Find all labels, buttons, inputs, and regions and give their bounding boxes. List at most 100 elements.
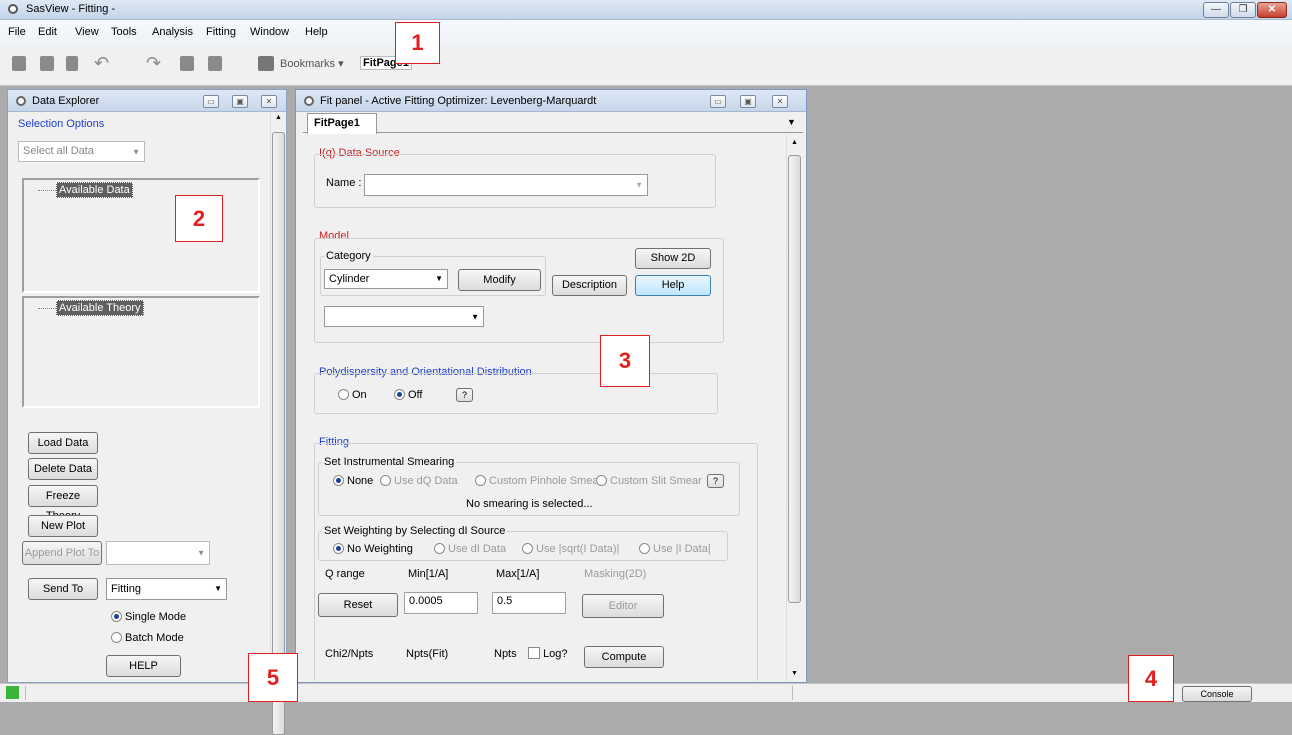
- send-to-combo[interactable]: Fitting ▼: [106, 578, 227, 600]
- modify-button[interactable]: Modify: [458, 269, 541, 291]
- category-label: Category: [324, 250, 373, 262]
- paste-icon[interactable]: [208, 56, 222, 71]
- weight-i-radio[interactable]: Use |I Data|: [639, 543, 711, 555]
- freeze-theory-button[interactable]: Freeze Theory: [28, 485, 98, 522]
- minimize-icon[interactable]: ▭: [203, 95, 219, 108]
- callout-2: 2: [175, 195, 223, 242]
- menu-tools[interactable]: Tools: [111, 26, 137, 38]
- send-to-value: Fitting: [111, 583, 141, 595]
- scroll-thumb[interactable]: [272, 132, 285, 735]
- maximize-icon[interactable]: ▣: [232, 95, 248, 108]
- app-icon: [8, 4, 18, 14]
- new-plot-button[interactable]: New Plot: [28, 515, 98, 537]
- scroll-up-icon[interactable]: ▲: [275, 114, 282, 121]
- menu-file[interactable]: File: [8, 26, 26, 38]
- poly-off-radio[interactable]: Off: [394, 389, 422, 401]
- explorer-scrollbar[interactable]: ▲: [270, 112, 286, 735]
- redo-icon[interactable]: ↷: [146, 53, 161, 74]
- close-button[interactable]: ✕: [1257, 2, 1287, 18]
- smear-pinhole-radio[interactable]: Custom Pinhole Smear: [475, 475, 602, 487]
- minimize-icon[interactable]: ▭: [710, 95, 726, 108]
- mask-editor-button[interactable]: Editor: [582, 594, 664, 618]
- chi2-label: Chi2/Npts: [325, 648, 374, 660]
- weighting-title: Set Weighting by Selecting dI Source: [322, 525, 508, 537]
- q-min-input[interactable]: 0.0005: [404, 592, 478, 614]
- poly-off-label: Off: [408, 389, 423, 401]
- selection-options-label: Selection Options: [18, 118, 105, 130]
- smear-help-button[interactable]: ?: [707, 474, 724, 488]
- model-combo[interactable]: ▼: [324, 306, 484, 327]
- q-range-label: Q range: [325, 568, 365, 580]
- poly-on-radio[interactable]: On: [338, 389, 367, 401]
- compute-button[interactable]: Compute: [584, 646, 664, 668]
- weight-none-radio[interactable]: No Weighting: [333, 543, 413, 555]
- poly-on-label: On: [352, 389, 367, 401]
- show-2d-button[interactable]: Show 2D: [635, 248, 711, 269]
- copy-icon[interactable]: [180, 56, 194, 71]
- no-smearing-text: No smearing is selected...: [466, 498, 593, 510]
- delete-data-button[interactable]: Delete Data: [28, 458, 98, 480]
- fit-panel-scrollbar[interactable]: ▲ ▼: [786, 135, 802, 681]
- radio-selected: [111, 611, 122, 622]
- tab-fitpage1[interactable]: FitPage1: [307, 113, 377, 134]
- radio-unselected: [338, 389, 349, 400]
- weight-di-radio[interactable]: Use dI Data: [434, 543, 506, 555]
- send-to-button[interactable]: Send To: [28, 578, 98, 600]
- weight-i-label: Use |I Data|: [653, 543, 711, 555]
- close-icon[interactable]: ✕: [261, 95, 277, 108]
- bookmark-icon[interactable]: [258, 56, 274, 71]
- q-max-input[interactable]: 0.5: [492, 592, 566, 614]
- menu-help[interactable]: Help: [305, 26, 328, 38]
- undo-icon[interactable]: ↶: [94, 53, 109, 74]
- home-icon[interactable]: [12, 56, 26, 71]
- poly-help-button[interactable]: ?: [456, 388, 473, 402]
- scroll-up-icon[interactable]: ▲: [791, 139, 798, 146]
- maximize-icon[interactable]: ▣: [740, 95, 756, 108]
- npts-label: Npts: [494, 648, 517, 660]
- menu-analysis[interactable]: Analysis: [152, 26, 193, 38]
- menu-window[interactable]: Window: [250, 26, 289, 38]
- callout-3: 3: [600, 335, 650, 387]
- category-combo[interactable]: Cylinder ▼: [324, 269, 448, 289]
- reset-button[interactable]: Reset: [318, 593, 398, 617]
- single-mode-radio[interactable]: Single Mode: [111, 611, 186, 623]
- available-data-node[interactable]: Available Data: [56, 182, 133, 198]
- checkbox-box: [528, 647, 540, 659]
- close-icon[interactable]: ✕: [772, 95, 788, 108]
- menu-fitting[interactable]: Fitting: [206, 26, 236, 38]
- title-bar: SasView - Fitting - — ❐ ✕: [0, 0, 1292, 20]
- bookmarks-dropdown[interactable]: Bookmarks ▾: [280, 57, 344, 70]
- help-button[interactable]: HELP: [106, 655, 181, 677]
- log-label: Log?: [543, 648, 568, 660]
- weight-sqrt-radio[interactable]: Use |sqrt(I Data)|: [522, 543, 619, 555]
- callout-4: 4: [1128, 655, 1174, 702]
- weight-none-label: No Weighting: [347, 543, 413, 555]
- smear-slit-radio[interactable]: Custom Slit Smear: [596, 475, 702, 487]
- log-checkbox[interactable]: Log?: [528, 647, 568, 660]
- available-theory-node[interactable]: Available Theory: [56, 300, 144, 316]
- model-help-button[interactable]: Help: [635, 275, 711, 296]
- data-name-combo[interactable]: ▼: [364, 174, 648, 196]
- q-max-label: Max[1/A]: [496, 568, 540, 580]
- npts-fit-label: Npts(Fit): [406, 648, 449, 660]
- open-folder-icon[interactable]: [40, 56, 54, 71]
- save-icon[interactable]: [66, 56, 78, 71]
- select-all-combo[interactable]: Select all Data ▼: [18, 141, 145, 162]
- minimize-button[interactable]: —: [1203, 2, 1229, 18]
- menu-view[interactable]: View: [75, 26, 99, 38]
- load-data-button[interactable]: Load Data: [28, 432, 98, 454]
- tab-strip: [303, 113, 803, 133]
- append-plot-combo[interactable]: ▼: [106, 541, 210, 565]
- scroll-thumb[interactable]: [788, 155, 801, 603]
- restore-button[interactable]: ❐: [1230, 2, 1256, 18]
- scroll-down-icon[interactable]: ▼: [791, 670, 798, 677]
- tab-dropdown-icon[interactable]: ▼: [787, 117, 796, 127]
- smear-dq-radio[interactable]: Use dQ Data: [380, 475, 458, 487]
- batch-mode-radio[interactable]: Batch Mode: [111, 632, 184, 644]
- description-button[interactable]: Description: [552, 275, 627, 296]
- smear-none-radio[interactable]: None: [333, 475, 373, 487]
- console-button[interactable]: Console: [1182, 686, 1252, 702]
- weight-di-label: Use dI Data: [448, 543, 507, 555]
- menu-edit[interactable]: Edit: [38, 26, 57, 38]
- append-plot-button[interactable]: Append Plot To: [22, 541, 102, 565]
